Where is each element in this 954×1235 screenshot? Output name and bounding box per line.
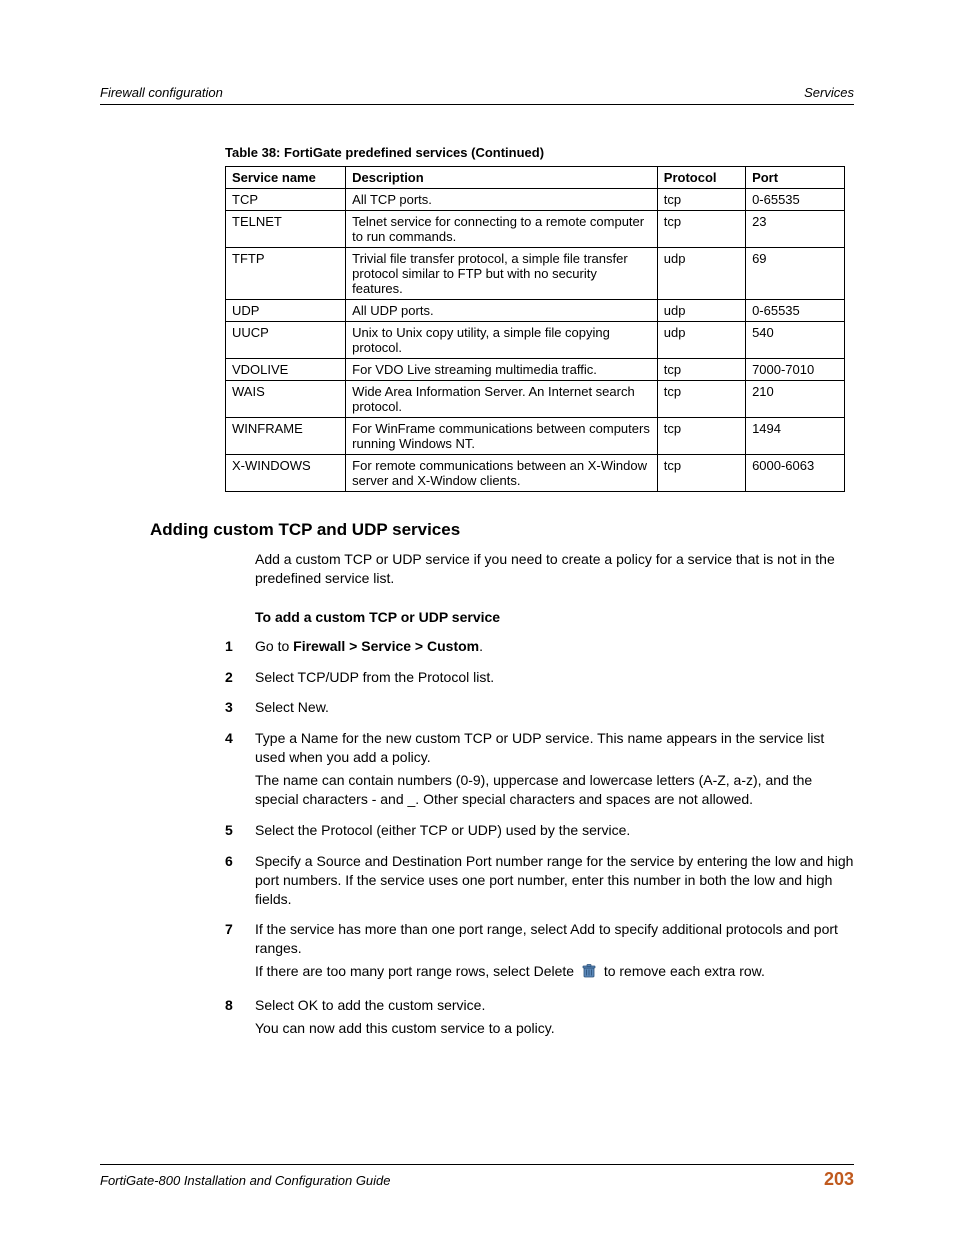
col-header-name: Service name [226, 167, 346, 189]
page-footer: FortiGate-800 Installation and Configura… [100, 1164, 854, 1190]
table-cell-port: 0-65535 [746, 300, 845, 322]
table-header-row: Service name Description Protocol Port [226, 167, 845, 189]
step-subtext: The name can contain numbers (0-9), uppe… [255, 771, 854, 809]
table-cell-port: 210 [746, 381, 845, 418]
table-cell-port: 0-65535 [746, 189, 845, 211]
table-cell-name: X-WINDOWS [226, 455, 346, 492]
step-text: Select New. [255, 698, 854, 717]
table-row: TCPAll TCP ports.tcp0-65535 [226, 189, 845, 211]
table-cell-proto: tcp [657, 381, 745, 418]
col-header-desc: Description [346, 167, 658, 189]
step-item: Go to Firewall > Service > Custom. [225, 637, 854, 656]
step-subtext: You can now add this custom service to a… [255, 1019, 854, 1038]
section-heading: Adding custom TCP and UDP services [150, 520, 854, 540]
table-cell-name: VDOLIVE [226, 359, 346, 381]
step-item: Select OK to add the custom service. You … [225, 996, 854, 1038]
table-cell-name: UUCP [226, 322, 346, 359]
table-row: WINFRAMEFor WinFrame communications betw… [226, 418, 845, 455]
table-cell-desc: Telnet service for connecting to a remot… [346, 211, 658, 248]
table-cell-name: TCP [226, 189, 346, 211]
table-row: UUCPUnix to Unix copy utility, a simple … [226, 322, 845, 359]
table-row: WAISWide Area Information Server. An Int… [226, 381, 845, 418]
table-cell-port: 69 [746, 248, 845, 300]
header-left: Firewall configuration [100, 85, 223, 100]
step-text: Go to Firewall > Service > Custom. [255, 637, 854, 656]
step-item: Specify a Source and Destination Port nu… [225, 852, 854, 909]
table-cell-port: 23 [746, 211, 845, 248]
step-text: Select OK to add the custom service. [255, 996, 854, 1015]
col-header-port: Port [746, 167, 845, 189]
page-number: 203 [824, 1169, 854, 1190]
table-cell-name: TFTP [226, 248, 346, 300]
step-text: If the service has more than one port ra… [255, 920, 854, 958]
step-text: Specify a Source and Destination Port nu… [255, 852, 854, 909]
table-cell-desc: All UDP ports. [346, 300, 658, 322]
page-header: Firewall configuration Services [100, 85, 854, 105]
table-cell-proto: tcp [657, 359, 745, 381]
step-item: Select the Protocol (either TCP or UDP) … [225, 821, 854, 840]
table-row: TFTPTrivial file transfer protocol, a si… [226, 248, 845, 300]
table-cell-port: 6000-6063 [746, 455, 845, 492]
step-text: Type a Name for the new custom TCP or UD… [255, 729, 854, 767]
step-item: Select TCP/UDP from the Protocol list. [225, 668, 854, 687]
table-cell-proto: tcp [657, 418, 745, 455]
table-cell-desc: Unix to Unix copy utility, a simple file… [346, 322, 658, 359]
table-cell-proto: udp [657, 300, 745, 322]
step-text: Select TCP/UDP from the Protocol list. [255, 668, 854, 687]
table-row: VDOLIVEFor VDO Live streaming multimedia… [226, 359, 845, 381]
table-cell-name: WAIS [226, 381, 346, 418]
table-cell-proto: udp [657, 322, 745, 359]
step-text: Select the Protocol (either TCP or UDP) … [255, 821, 854, 840]
table-cell-port: 7000-7010 [746, 359, 845, 381]
procedure-heading: To add a custom TCP or UDP service [255, 608, 854, 627]
table-cell-desc: For WinFrame communications between comp… [346, 418, 658, 455]
step-item: If the service has more than one port ra… [225, 920, 854, 984]
table-cell-name: UDP [226, 300, 346, 322]
trash-icon [581, 963, 597, 984]
section-intro: Add a custom TCP or UDP service if you n… [255, 550, 854, 588]
table-cell-desc: Trivial file transfer protocol, a simple… [346, 248, 658, 300]
step-item: Select New. [225, 698, 854, 717]
table-cell-desc: For remote communications between an X-W… [346, 455, 658, 492]
step-subtext: If there are too many port range rows, s… [255, 962, 854, 984]
table-row: TELNETTelnet service for connecting to a… [226, 211, 845, 248]
table-cell-proto: tcp [657, 189, 745, 211]
footer-title: FortiGate-800 Installation and Configura… [100, 1173, 391, 1188]
table-cell-proto: udp [657, 248, 745, 300]
table-caption: Table 38: FortiGate predefined services … [225, 145, 854, 160]
header-right: Services [804, 85, 854, 100]
table-cell-port: 1494 [746, 418, 845, 455]
step-item: Type a Name for the new custom TCP or UD… [225, 729, 854, 809]
table-cell-proto: tcp [657, 211, 745, 248]
table-cell-desc: Wide Area Information Server. An Interne… [346, 381, 658, 418]
table-cell-desc: All TCP ports. [346, 189, 658, 211]
table-cell-proto: tcp [657, 455, 745, 492]
table-row: UDPAll UDP ports.udp0-65535 [226, 300, 845, 322]
table-row: X-WINDOWSFor remote communications betwe… [226, 455, 845, 492]
table-cell-port: 540 [746, 322, 845, 359]
table-cell-name: WINFRAME [226, 418, 346, 455]
services-table: Service name Description Protocol Port T… [225, 166, 845, 492]
table-cell-name: TELNET [226, 211, 346, 248]
col-header-proto: Protocol [657, 167, 745, 189]
table-cell-desc: For VDO Live streaming multimedia traffi… [346, 359, 658, 381]
